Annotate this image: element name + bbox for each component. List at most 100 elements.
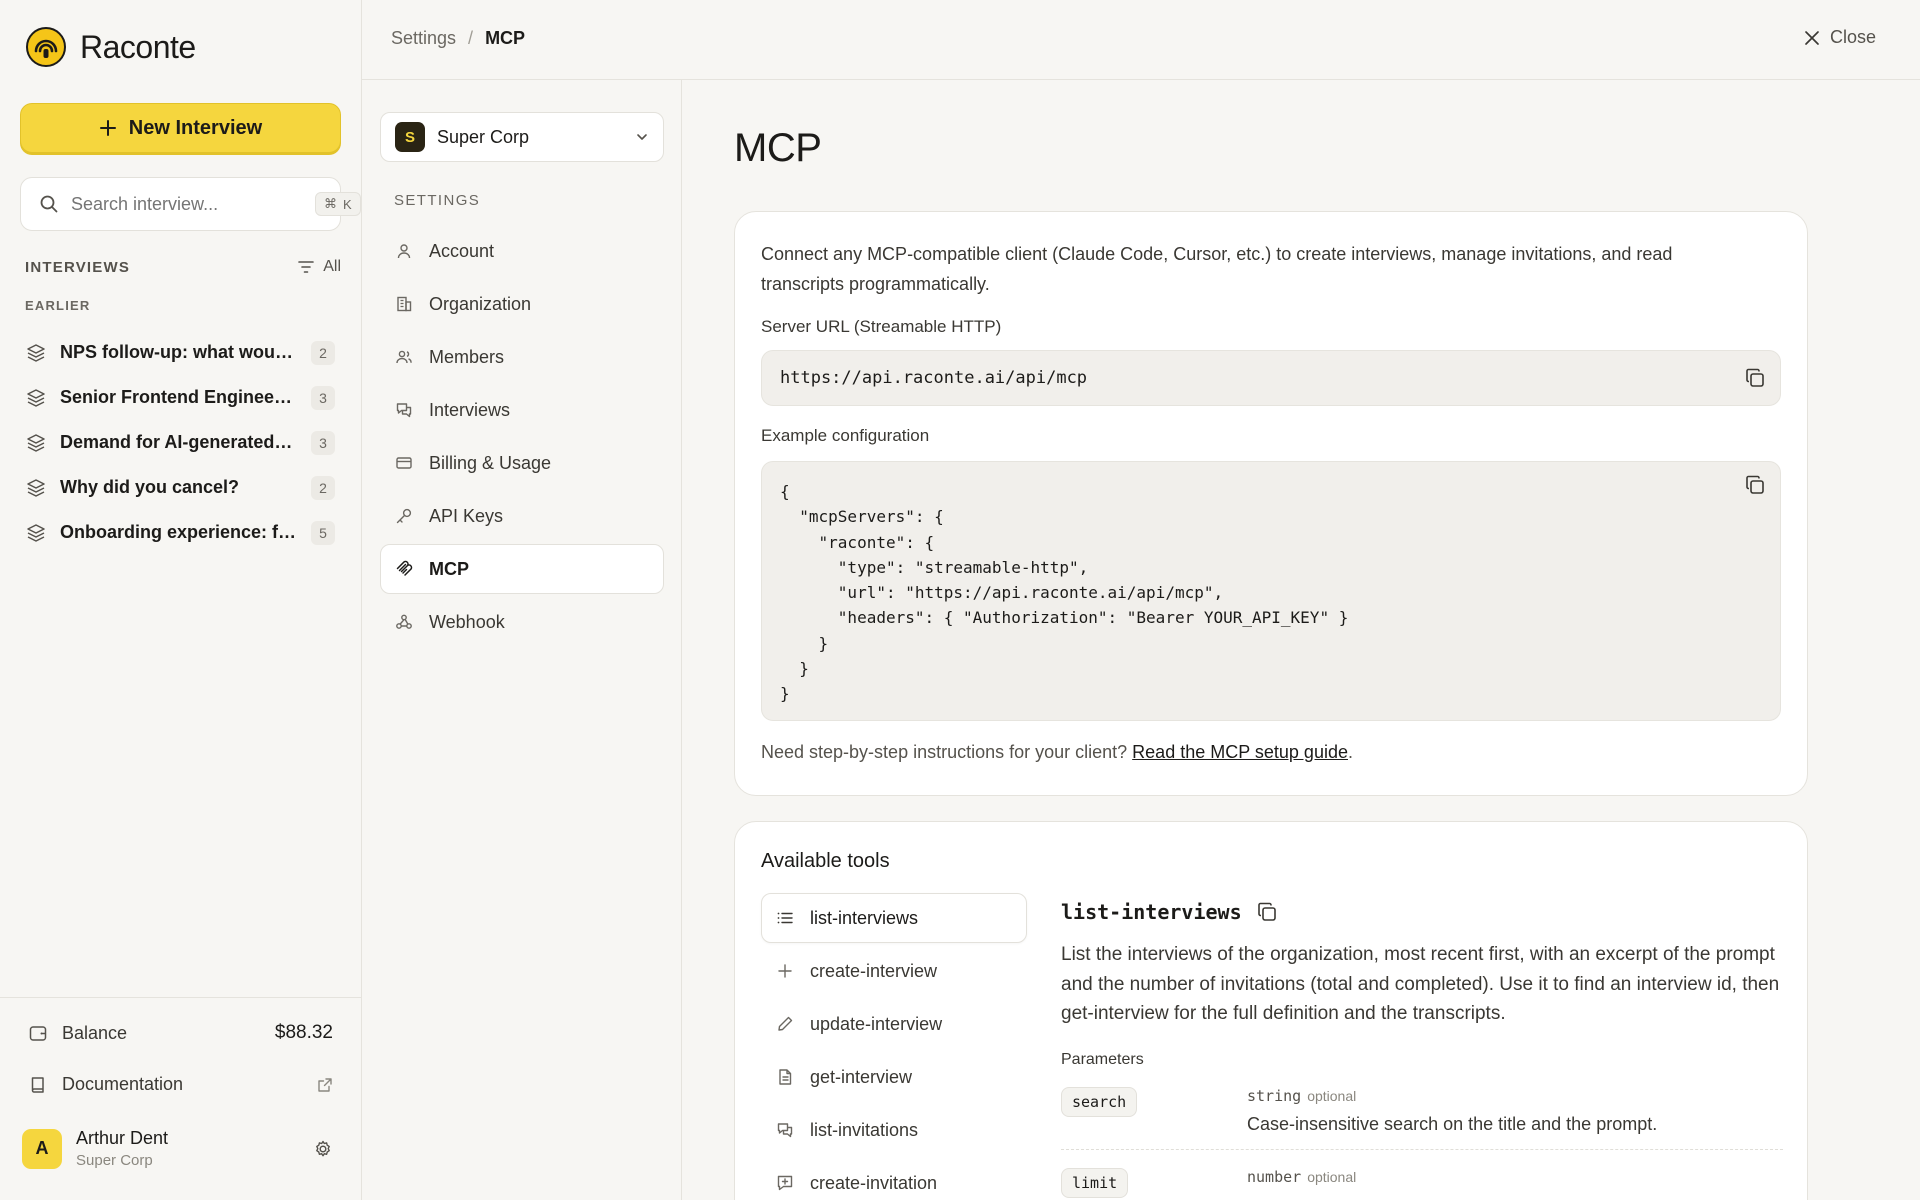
parameter-name-cell: search bbox=[1061, 1086, 1247, 1135]
intro-text: Connect any MCP-compatible client (Claud… bbox=[761, 244, 1673, 294]
user-org: Super Corp bbox=[76, 1152, 153, 1169]
search-input[interactable] bbox=[71, 193, 303, 215]
filter-button[interactable]: All bbox=[297, 258, 341, 276]
close-label: Close bbox=[1829, 27, 1876, 47]
page-title: MCP bbox=[734, 126, 822, 170]
parameter-optional: optional bbox=[1307, 1168, 1357, 1185]
nav-item-account[interactable]: Account bbox=[380, 226, 664, 276]
interview-item[interactable]: Why did you cancel? 2 bbox=[20, 465, 341, 510]
external-link-icon bbox=[317, 1077, 333, 1093]
nav-label: MCP bbox=[429, 558, 469, 579]
breadcrumb: Settings / MCP bbox=[391, 28, 525, 49]
nav-label: Billing & Usage bbox=[429, 452, 552, 473]
key-icon bbox=[395, 507, 413, 525]
user-name: Arthur Dent bbox=[76, 1128, 169, 1148]
filter-label: All bbox=[323, 258, 341, 275]
tool-label: list-invitations bbox=[810, 1119, 919, 1140]
interview-title: Senior Frontend Engineer interview bbox=[60, 387, 297, 407]
documentation-label: Documentation bbox=[62, 1074, 184, 1094]
shortcut-key: K bbox=[343, 196, 352, 212]
nav-item-api-keys[interactable]: API Keys bbox=[380, 491, 664, 541]
nav-label: Account bbox=[429, 240, 495, 261]
copy-icon[interactable] bbox=[1256, 901, 1278, 923]
interview-item[interactable]: Senior Frontend Engineer interview 3 bbox=[20, 375, 341, 420]
wallet-icon bbox=[28, 1023, 48, 1043]
layers-icon bbox=[26, 523, 46, 543]
list-icon bbox=[776, 909, 794, 927]
user-profile[interactable]: A Arthur Dent Super Corp bbox=[22, 1128, 333, 1169]
layers-icon bbox=[26, 343, 46, 363]
nav-item-organization[interactable]: Organization bbox=[380, 279, 664, 329]
group-label: EARLIER bbox=[25, 298, 91, 313]
tool-detail-header: list-interviews bbox=[1061, 900, 1783, 924]
breadcrumb-settings[interactable]: Settings bbox=[391, 28, 456, 49]
tool-update-interview[interactable]: update-interview bbox=[761, 999, 1027, 1049]
new-interview-button[interactable]: New Interview bbox=[20, 103, 341, 153]
balance-row[interactable]: Balance $88.32 bbox=[28, 1022, 333, 1044]
connection-card: Connect any MCP-compatible client (Claud… bbox=[734, 211, 1808, 796]
interview-count-badge: 2 bbox=[311, 475, 335, 500]
interview-count-badge: 3 bbox=[311, 430, 335, 455]
nav-item-members[interactable]: Members bbox=[380, 332, 664, 382]
parameter-optional: optional bbox=[1307, 1087, 1357, 1104]
parameters-title: Parameters bbox=[1061, 1050, 1144, 1068]
message-plus-icon bbox=[776, 1174, 794, 1192]
nav-item-webhook[interactable]: Webhook bbox=[380, 597, 664, 647]
documentation-link[interactable]: Documentation bbox=[28, 1074, 333, 1095]
server-url-label: Server URL (Streamable HTTP) bbox=[761, 317, 1002, 336]
server-url-field[interactable]: https://api.raconte.ai/api/mcp bbox=[761, 350, 1781, 406]
tool-list-invitations[interactable]: list-invitations bbox=[761, 1105, 1027, 1155]
app-name: Raconte bbox=[80, 28, 196, 65]
mcp-icon bbox=[395, 560, 413, 578]
code-content: { "mcpServers": { "raconte": { "type": "… bbox=[780, 482, 1349, 704]
interviews-header: INTERVIEWS All bbox=[25, 258, 341, 276]
setup-guide-link[interactable]: Read the MCP setup guide bbox=[1132, 742, 1348, 762]
webhook-icon bbox=[395, 613, 413, 631]
interview-list: NPS follow-up: what would make you recom… bbox=[20, 330, 341, 555]
copy-icon[interactable] bbox=[1744, 474, 1766, 496]
interview-title: Onboarding experience: first week bbox=[60, 522, 297, 542]
tool-label: list-interviews bbox=[810, 907, 919, 928]
copy-icon[interactable] bbox=[1744, 367, 1766, 389]
settings-title: SETTINGS bbox=[394, 192, 481, 209]
close-button[interactable]: Close bbox=[1804, 27, 1876, 48]
tool-create-interview[interactable]: create-interview bbox=[761, 946, 1027, 996]
file-icon bbox=[776, 1068, 794, 1086]
interview-item[interactable]: Onboarding experience: first week 5 bbox=[20, 510, 341, 555]
settings-menu: Account Organization Members Interviews … bbox=[380, 226, 664, 650]
tool-label: get-interview bbox=[810, 1066, 913, 1087]
example-config-label: Example configuration bbox=[761, 426, 930, 445]
shortcut-hint: ⌘ K bbox=[315, 192, 361, 216]
tool-detail: list-interviews List the interviews of t… bbox=[1061, 900, 1783, 1200]
parameter-type: string bbox=[1247, 1086, 1302, 1105]
tools-list: list-interviews create-interview update-… bbox=[761, 893, 1027, 1200]
org-selector[interactable]: S Super Corp bbox=[380, 112, 664, 162]
nav-label: Members bbox=[429, 346, 505, 367]
user-icon bbox=[395, 242, 413, 260]
tool-get-interview[interactable]: get-interview bbox=[761, 1052, 1027, 1102]
tools-card: Available tools list-interviews create-i… bbox=[734, 821, 1808, 1200]
breadcrumb-separator: / bbox=[468, 28, 474, 48]
nav-item-billing[interactable]: Billing & Usage bbox=[380, 438, 664, 488]
building-icon bbox=[395, 295, 413, 313]
chat-icon bbox=[776, 1121, 794, 1139]
nav-label: Organization bbox=[429, 293, 532, 314]
search-box[interactable]: ⌘ K bbox=[20, 177, 361, 231]
nav-label: Interviews bbox=[429, 399, 511, 420]
example-config-code[interactable]: { "mcpServers": { "raconte": { "type": "… bbox=[761, 461, 1781, 721]
nav-item-interviews[interactable]: Interviews bbox=[380, 385, 664, 435]
interview-item[interactable]: Demand for AI-generated reports 3 bbox=[20, 420, 341, 465]
brand[interactable]: Raconte bbox=[26, 27, 196, 67]
tool-create-invitation[interactable]: create-invitation bbox=[761, 1158, 1027, 1200]
tool-label: create-interview bbox=[810, 960, 938, 981]
interview-count-badge: 2 bbox=[311, 340, 335, 365]
tool-list-interviews[interactable]: list-interviews bbox=[761, 893, 1027, 943]
gear-icon[interactable] bbox=[313, 1139, 333, 1159]
setup-footnote: Need step-by-step instructions for your … bbox=[761, 742, 1353, 763]
interview-title: Demand for AI-generated reports bbox=[60, 432, 297, 452]
parameter-name-cell: limit bbox=[1061, 1167, 1247, 1198]
tool-label: create-invitation bbox=[810, 1172, 938, 1193]
tool-detail-description: List the interviews of the organization,… bbox=[1061, 944, 1780, 1024]
interview-item[interactable]: NPS follow-up: what would make you recom… bbox=[20, 330, 341, 375]
nav-item-mcp[interactable]: MCP bbox=[380, 544, 664, 594]
